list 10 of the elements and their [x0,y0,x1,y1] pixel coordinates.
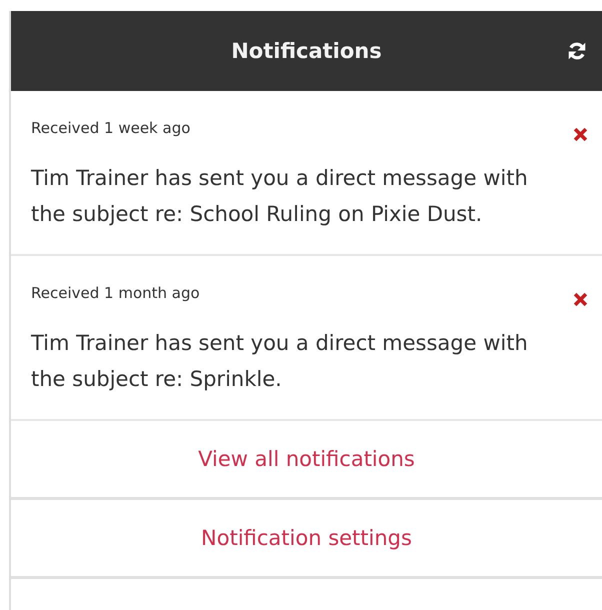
close-icon[interactable] [573,292,588,307]
panel-link[interactable]: Notification settings [11,500,602,579]
received-time: Received 1 week ago [31,119,190,137]
notification-message: Tim Trainer has sent you a direct message with the subject re: School Ruling on Pixie Dust. [31,165,529,228]
received-time: Received 1 month ago [31,284,200,302]
panel-title: Notifications [231,39,382,63]
refresh-icon[interactable] [566,40,588,62]
notification-message: Tim Trainer has sent you a direct message with the subject re: Sprinkle. [31,330,529,393]
panel-link[interactable]: View all notifications [11,421,602,500]
close-icon[interactable] [573,127,588,142]
